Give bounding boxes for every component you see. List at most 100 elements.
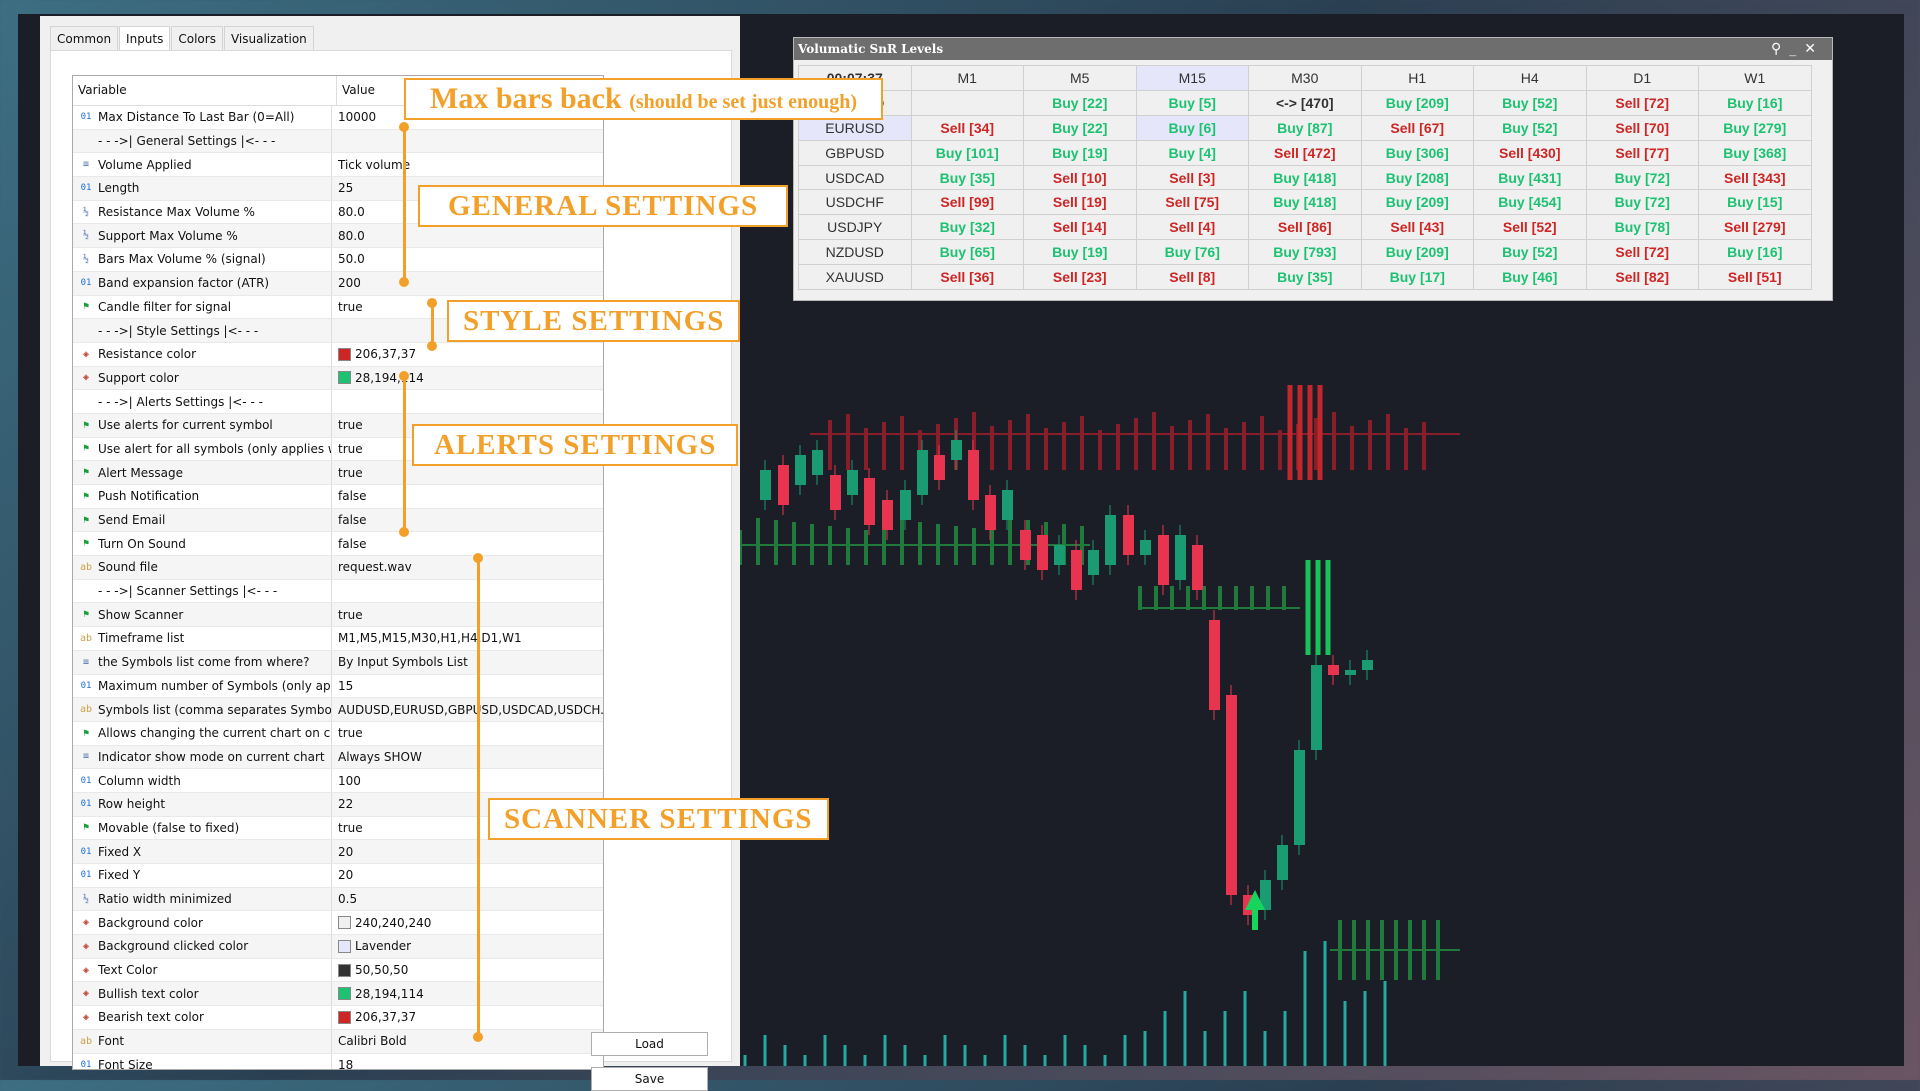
input-value[interactable]: true	[338, 418, 363, 432]
signal-cell[interactable]: Sell [67]	[1360, 114, 1474, 141]
signal-cell[interactable]: Buy [87]	[1248, 114, 1362, 141]
input-row[interactable]: ½ Support Max Volume % 80.0	[73, 224, 603, 249]
signal-cell[interactable]: Buy [418]	[1248, 164, 1362, 191]
signal-cell[interactable]: <-> [470]	[1248, 89, 1362, 116]
input-value[interactable]: true	[338, 608, 363, 622]
scanner-row[interactable]: USDCAD Buy [35] Sell [10] Sell [3] Buy [418]…	[798, 164, 1812, 191]
input-value[interactable]: 200	[338, 276, 361, 290]
input-value[interactable]: Calibri Bold	[338, 1034, 407, 1048]
input-value-cell[interactable]: 15	[332, 675, 603, 698]
signal-cell[interactable]: Sell [343]	[1698, 164, 1812, 191]
signal-cell[interactable]: Buy [19]	[1023, 139, 1137, 166]
signal-cell[interactable]: Buy [16]	[1698, 239, 1812, 266]
signal-cell[interactable]: Sell [430]	[1473, 139, 1587, 166]
input-value[interactable]: 240,240,240	[355, 916, 431, 930]
input-value-cell[interactable]: Lavender	[332, 935, 603, 958]
signal-cell[interactable]: Sell [34]	[910, 114, 1024, 141]
scanner-row[interactable]: USDJPY Buy [32] Sell [14] Sell [4] Sell [86]…	[798, 214, 1812, 241]
minimize-icon[interactable]: _	[1789, 41, 1804, 57]
input-row[interactable]: ≡ Indicator show mode on current chart Alw…	[73, 745, 603, 770]
signal-cell[interactable]: Buy [22]	[1023, 114, 1137, 141]
input-value[interactable]: 206,37,37	[355, 1010, 416, 1024]
input-value-cell[interactable]: 28,194,114	[332, 367, 603, 390]
timeframe-header[interactable]: M15	[1135, 65, 1249, 91]
tab-common[interactable]: Common	[50, 26, 119, 51]
signal-cell[interactable]: Sell [72]	[1585, 239, 1699, 266]
signal-cell[interactable]: Sell [99]	[910, 189, 1024, 216]
input-value[interactable]: 100	[338, 774, 361, 788]
input-value[interactable]: 80.0	[338, 205, 365, 219]
pin-icon[interactable]: ⚲	[1771, 41, 1789, 57]
signal-cell[interactable]: Buy [65]	[910, 239, 1024, 266]
timeframe-header[interactable]: W1	[1698, 65, 1812, 91]
signal-cell[interactable]: Sell [23]	[1023, 264, 1137, 291]
input-value[interactable]: 18	[338, 1058, 353, 1069]
input-row[interactable]: ab Font Calibri Bold	[73, 1029, 603, 1054]
input-value-cell[interactable]: 80.0	[332, 224, 603, 247]
input-row[interactable]: ⚑ Send Email false	[73, 508, 603, 533]
signal-cell[interactable]: Buy [35]	[1248, 264, 1362, 291]
input-row[interactable]: 01 Font Size 18	[73, 1053, 603, 1069]
input-value-cell[interactable]: 206,37,37	[332, 1006, 603, 1029]
signal-cell[interactable]: Buy [17]	[1360, 264, 1474, 291]
signal-cell[interactable]: Buy [16]	[1698, 89, 1812, 116]
input-value-cell[interactable]: 240,240,240	[332, 911, 603, 934]
section-separator-row[interactable]: - - ->| Alerts Settings |<- - -	[73, 390, 603, 414]
timeframe-header[interactable]: M1	[910, 65, 1024, 91]
signal-cell[interactable]: Buy [5]	[1135, 89, 1249, 116]
signal-cell[interactable]	[910, 89, 1024, 116]
price-chart[interactable]	[740, 290, 1864, 1066]
scanner-panel[interactable]: Volumatic SnR Levels ⚲_✕ 00:07:37M1M5M15…	[793, 37, 1833, 301]
symbol-cell[interactable]: NZDUSD	[798, 239, 912, 266]
scanner-titlebar[interactable]: Volumatic SnR Levels ⚲_✕	[794, 38, 1832, 60]
input-value[interactable]: 20	[338, 845, 353, 859]
signal-cell[interactable]: Sell [43]	[1360, 214, 1474, 241]
color-swatch[interactable]	[338, 1010, 351, 1024]
input-value-cell[interactable]: false	[332, 532, 603, 555]
tab-inputs[interactable]: Inputs	[119, 26, 171, 51]
signal-cell[interactable]: Buy [22]	[1023, 89, 1137, 116]
timeframe-header[interactable]: M5	[1023, 65, 1137, 91]
signal-cell[interactable]: Sell [4]	[1135, 214, 1249, 241]
input-value[interactable]: 0.5	[338, 892, 357, 906]
input-value[interactable]: true	[338, 821, 363, 835]
signal-cell[interactable]: Buy [793]	[1248, 239, 1362, 266]
input-value[interactable]: AUDUSD,EURUSD,GBPUSD,USDCAD,USDCH...	[338, 703, 603, 717]
signal-cell[interactable]: Buy [52]	[1473, 89, 1587, 116]
input-value-cell[interactable]	[332, 130, 603, 153]
save-button[interactable]: Save	[591, 1067, 708, 1091]
timeframe-header[interactable]: H4	[1473, 65, 1587, 91]
input-value-cell[interactable]	[332, 390, 603, 413]
input-value[interactable]: 10000	[338, 110, 376, 124]
column-header-value[interactable]: Value	[337, 76, 375, 105]
signal-cell[interactable]: Sell [19]	[1023, 189, 1137, 216]
input-value-cell[interactable]: 200	[332, 272, 603, 295]
signal-cell[interactable]: Buy [208]	[1360, 164, 1474, 191]
input-value-cell[interactable]: request.wav	[332, 556, 603, 579]
input-value[interactable]: false	[338, 537, 367, 551]
input-value-cell[interactable]: 20	[332, 864, 603, 887]
signal-cell[interactable]: Buy [32]	[910, 214, 1024, 241]
input-value[interactable]: 28,194,114	[355, 987, 424, 1001]
input-value-cell[interactable]: 50.0	[332, 248, 603, 271]
signal-cell[interactable]: Buy [368]	[1698, 139, 1812, 166]
timeframe-header[interactable]: M30	[1248, 65, 1362, 91]
symbol-cell[interactable]: USDCHF	[798, 189, 912, 216]
input-row[interactable]: ◈ Text Color 50,50,50	[73, 958, 603, 983]
input-row[interactable]: ⚑ Allows changing the current chart on cl…	[73, 721, 603, 746]
input-row[interactable]: 01 Fixed Y 20	[73, 864, 603, 888]
input-row[interactable]: 01 Fixed X 20	[73, 840, 603, 864]
input-value-cell[interactable]: 206,37,37	[332, 343, 603, 366]
input-row[interactable]: ⚑ Show Scanner true	[73, 603, 603, 628]
tab-colors[interactable]: Colors	[171, 26, 223, 51]
input-value-cell[interactable]: By Input Symbols List	[332, 651, 603, 674]
timeframe-header[interactable]: H1	[1360, 65, 1474, 91]
signal-cell[interactable]: Buy [306]	[1360, 139, 1474, 166]
signal-cell[interactable]: Buy [35]	[910, 164, 1024, 191]
color-swatch[interactable]	[338, 987, 351, 1001]
input-value-cell[interactable]: 100	[332, 769, 603, 792]
scanner-row[interactable]: AUDUSDBuy [22]Buy [5]<-> [470]Buy [209]B…	[798, 89, 1812, 116]
input-value[interactable]: 50.0	[338, 252, 365, 266]
input-value-cell[interactable]: false	[332, 509, 603, 532]
signal-cell[interactable]: Sell [36]	[910, 264, 1024, 291]
